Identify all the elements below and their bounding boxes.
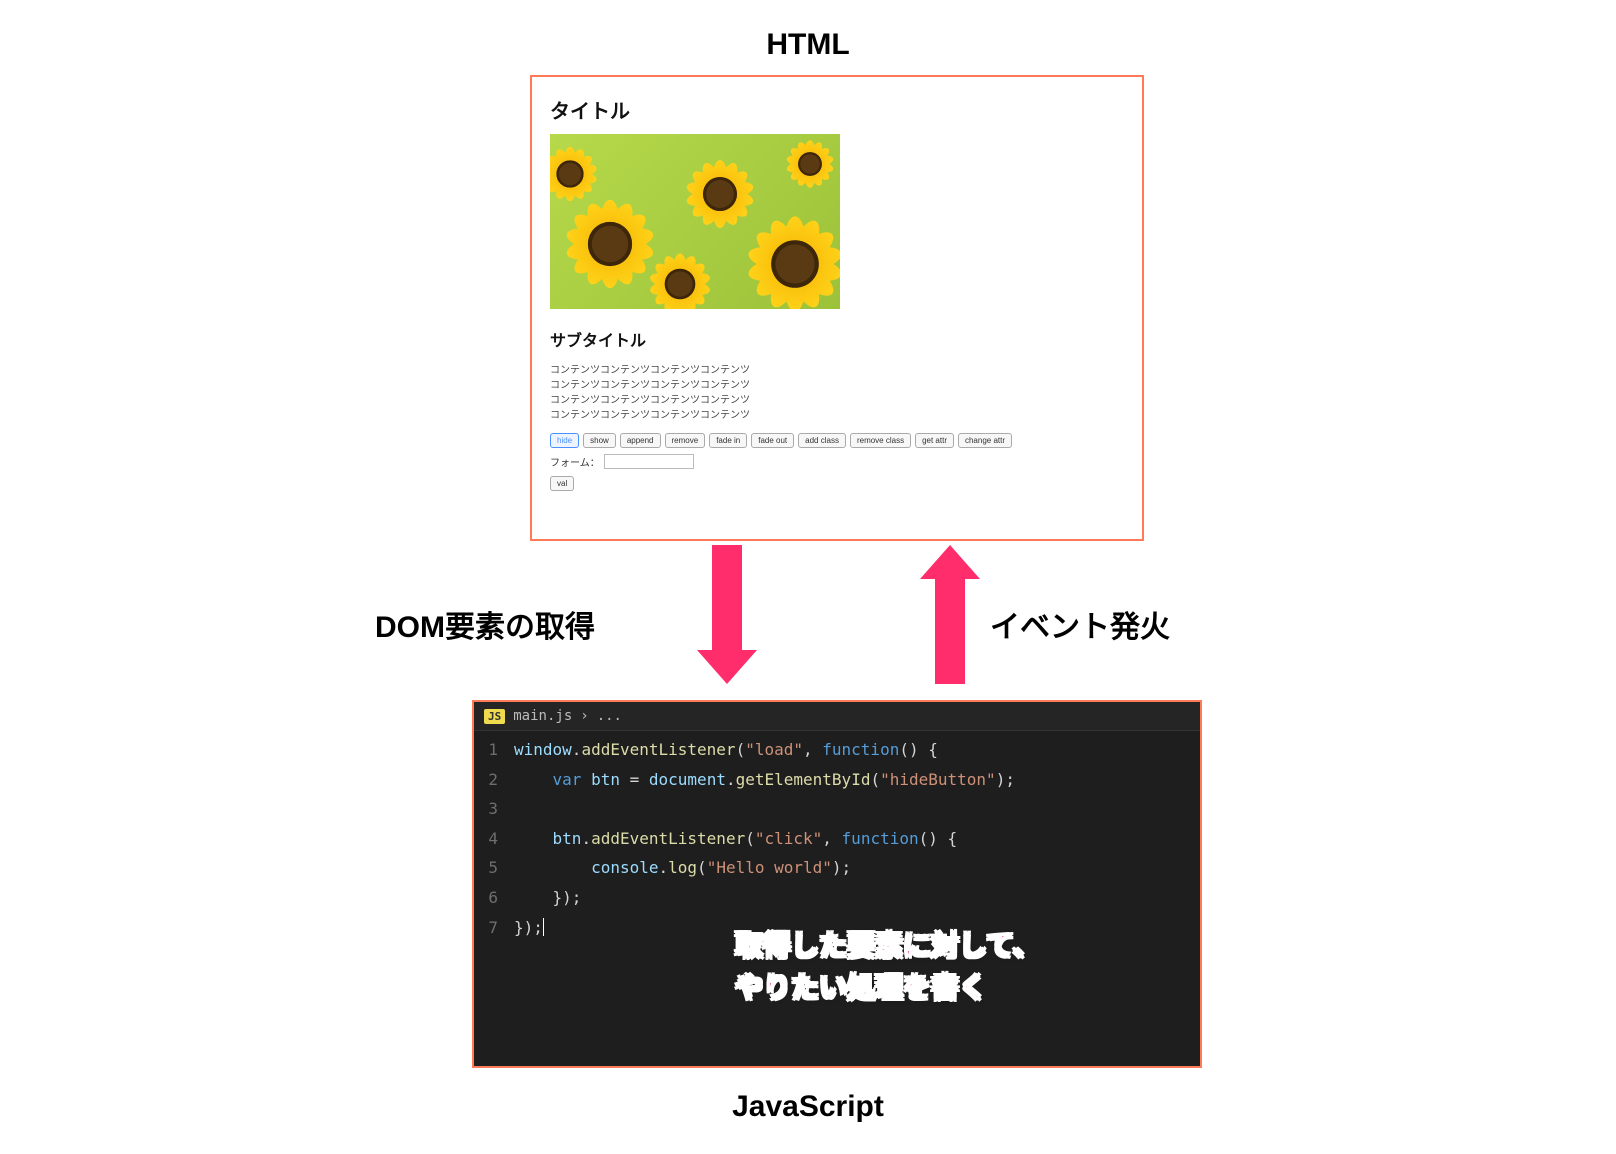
add-class-button[interactable]: add class	[798, 433, 846, 448]
label-javascript: JavaScript	[732, 1090, 884, 1124]
content-text: コンテンツコンテンツコンテンツコンテンツコンテンツコンテンツコンテンツコンテンツ…	[550, 363, 1124, 423]
code-line: 1window.addEventListener("load", functio…	[474, 735, 1200, 765]
code-line: 6 });	[474, 883, 1200, 913]
code-line: 2 var btn = document.getElementById("hid…	[474, 765, 1200, 795]
code-content: });	[514, 915, 544, 941]
button-row: hide show append removefade in fade out add c…	[550, 433, 1124, 448]
form-input[interactable]	[604, 454, 694, 469]
line-number: 4	[474, 826, 514, 852]
arrow-down-icon	[707, 545, 747, 684]
fade-out-button[interactable]: fade out	[751, 433, 794, 448]
js-badge-icon: JS	[484, 709, 505, 724]
code-editor-panel: JS main.js › ... 1window.addEventListene…	[472, 700, 1202, 1068]
remove-class-button[interactable]: remove class	[850, 433, 911, 448]
line-number: 1	[474, 737, 514, 763]
code-line: 4 btn.addEventListener("click", function…	[474, 824, 1200, 854]
hide-button[interactable]: hide	[550, 433, 579, 448]
get-attr-button[interactable]: get attr	[915, 433, 954, 448]
code-content: console.log("Hello world");	[514, 855, 851, 881]
content-line: コンテンツコンテンツコンテンツコンテンツ	[550, 363, 1124, 378]
line-number: 5	[474, 855, 514, 881]
code-line: 3	[474, 794, 1200, 824]
val-button[interactable]: val	[550, 476, 574, 491]
annotation-overlay: 取得した要素に対して、 やりたい処理を書く	[735, 925, 1041, 1009]
sunflower-image	[550, 134, 840, 309]
editor-filename: main.js	[513, 708, 572, 724]
editor-breadcrumb: ...	[597, 708, 622, 724]
form-label: フォーム：	[550, 454, 600, 469]
content-line: コンテンツコンテンツコンテンツコンテンツ	[550, 393, 1124, 408]
annotation-line-2: やりたい処理を書く	[735, 967, 1041, 1009]
code-content: btn.addEventListener("click", function()…	[514, 826, 957, 852]
label-dom-acquire: DOM要素の取得	[375, 602, 595, 646]
content-line: コンテンツコンテンツコンテンツコンテンツ	[550, 378, 1124, 393]
show-button[interactable]: show	[583, 433, 616, 448]
arrow-up-icon	[930, 545, 970, 684]
line-number: 6	[474, 885, 514, 911]
append-button[interactable]: append	[620, 433, 661, 448]
page-subtitle: サブタイトル	[550, 327, 1124, 351]
code-body: 1window.addEventListener("load", functio…	[474, 731, 1200, 946]
annotation-line-1: 取得した要素に対して、	[735, 925, 1041, 967]
text-cursor	[543, 918, 544, 936]
line-number: 3	[474, 796, 514, 822]
change-attr-button[interactable]: change attr	[958, 433, 1012, 448]
code-content: var btn = document.getElementById("hideB…	[514, 767, 1015, 793]
line-number: 7	[474, 915, 514, 941]
page-title: タイトル	[550, 95, 1124, 124]
code-content: });	[514, 885, 581, 911]
code-content: window.addEventListener("load", function…	[514, 737, 938, 763]
code-line: 5 console.log("Hello world");	[474, 853, 1200, 883]
remove-button[interactable]: remove	[665, 433, 706, 448]
html-rendered-panel: タイトル サブタイトル コンテンツコンテンツコンテンツコンテンツコンテンツコンテ…	[530, 75, 1144, 541]
form-row: フォーム：	[550, 454, 1124, 469]
breadcrumb-sep: ›	[580, 708, 588, 724]
content-line: コンテンツコンテンツコンテンツコンテンツ	[550, 408, 1124, 423]
label-html: HTML	[766, 28, 849, 62]
fade-in-button[interactable]: fade in	[709, 433, 747, 448]
line-number: 2	[474, 767, 514, 793]
editor-tab: JS main.js › ...	[474, 702, 1200, 731]
label-event-fire: イベント発火	[990, 602, 1170, 646]
